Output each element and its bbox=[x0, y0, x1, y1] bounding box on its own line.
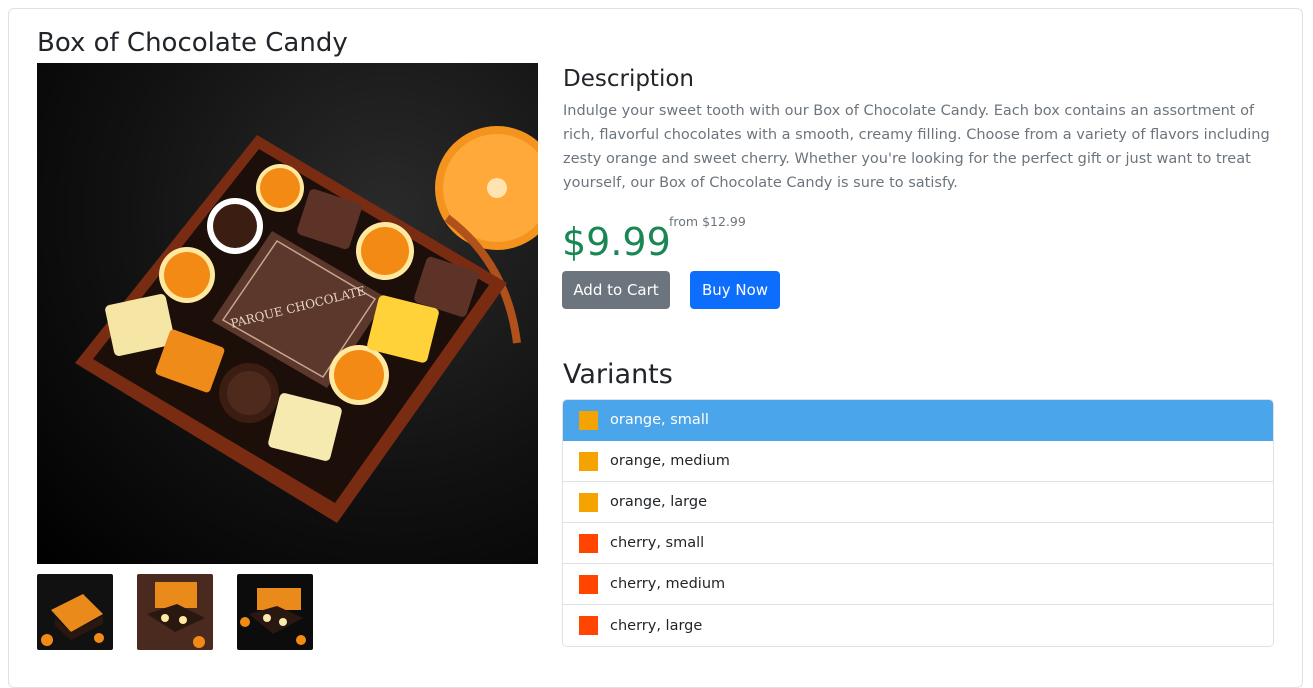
from-price: from $12.99 bbox=[669, 214, 746, 229]
price: $9.99 bbox=[562, 220, 671, 264]
color-swatch bbox=[579, 451, 598, 471]
variants-heading: Variants bbox=[563, 359, 673, 390]
variant-label: cherry, large bbox=[610, 617, 703, 634]
thumbnail-1[interactable] bbox=[37, 574, 113, 650]
description-heading: Description bbox=[563, 66, 694, 92]
product-title: Box of Chocolate Candy bbox=[37, 28, 348, 58]
variant-item[interactable]: cherry, small bbox=[563, 523, 1273, 564]
variant-label: cherry, small bbox=[610, 535, 705, 551]
color-swatch bbox=[579, 574, 598, 594]
variant-item[interactable]: orange, large bbox=[563, 482, 1273, 523]
variants-list: orange, small orange, medium orange, lar… bbox=[562, 399, 1274, 647]
main-product-image: PARQUE CHOCOLATE bbox=[37, 63, 538, 564]
variant-item[interactable]: orange, medium bbox=[563, 441, 1273, 482]
thumbnail-3[interactable] bbox=[237, 574, 313, 650]
color-swatch bbox=[579, 410, 598, 430]
variant-item[interactable]: orange, small bbox=[563, 400, 1273, 441]
variant-label: orange, medium bbox=[610, 453, 730, 469]
add-to-cart-button[interactable]: Add to Cart bbox=[562, 271, 670, 309]
buy-now-button[interactable]: Buy Now bbox=[690, 271, 780, 309]
variant-item[interactable]: cherry, large bbox=[563, 605, 1273, 646]
color-swatch bbox=[579, 492, 598, 512]
variant-label: cherry, medium bbox=[610, 576, 726, 592]
thumbnail-2[interactable] bbox=[137, 574, 213, 650]
description-text: Indulge your sweet tooth with our Box of… bbox=[563, 103, 1270, 191]
variant-label: orange, large bbox=[610, 494, 707, 510]
variant-label: orange, small bbox=[610, 412, 709, 428]
variant-item[interactable]: cherry, medium bbox=[563, 564, 1273, 605]
color-swatch bbox=[579, 616, 598, 635]
color-swatch bbox=[579, 533, 598, 553]
